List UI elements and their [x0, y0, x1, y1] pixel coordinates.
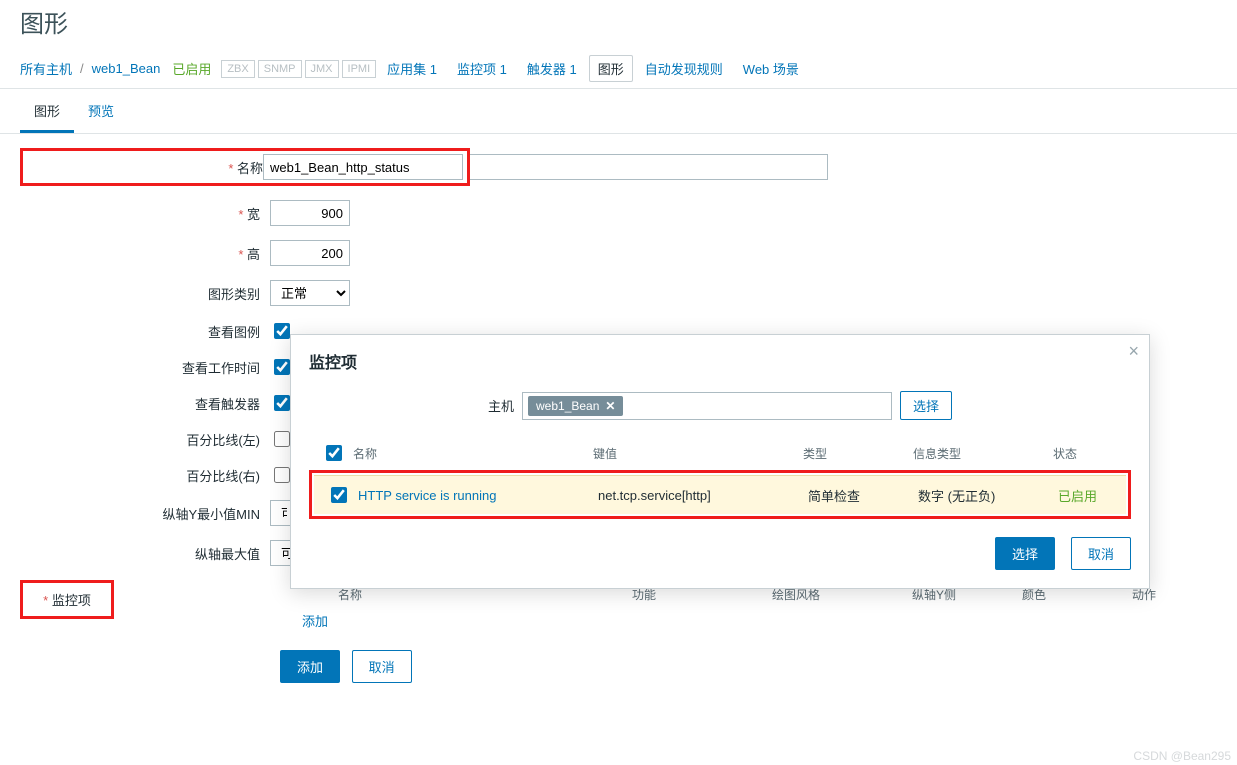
nav-web[interactable]: Web 场景 — [743, 59, 799, 78]
name-input-ext[interactable] — [470, 154, 828, 180]
close-icon[interactable]: × — [1128, 341, 1139, 362]
modal-row-key: net.tcp.service[http] — [598, 488, 808, 503]
modal-select-all-checkbox[interactable] — [326, 445, 342, 461]
host-chip[interactable]: web1_Bean✕ — [528, 396, 623, 416]
page-title: 图形 — [0, 0, 1237, 49]
percent-left-label: 百分比线(左) — [20, 430, 270, 449]
width-input[interactable] — [270, 200, 350, 226]
nav-enabled-badge: 已启用 — [172, 59, 211, 78]
tab-preview[interactable]: 预览 — [74, 93, 128, 133]
modal-title: 监控项 — [309, 349, 1131, 373]
show-worktime-label: 查看工作时间 — [20, 358, 270, 377]
percent-left-checkbox[interactable] — [274, 431, 290, 447]
add-button[interactable]: 添加 — [280, 650, 340, 683]
cancel-button[interactable]: 取消 — [352, 650, 412, 683]
proto-jmx: JMX — [305, 60, 339, 78]
nav-graphs-current: 图形 — [589, 55, 633, 82]
nav-triggers[interactable]: 触发器 1 — [527, 59, 577, 78]
ymin-label: 纵轴Y最小值MIN — [20, 504, 270, 523]
tabs: 图形 预览 — [0, 93, 1237, 134]
modal-row-type: 简单检查 — [808, 486, 918, 505]
modal-col-key: 键值 — [593, 445, 803, 462]
nav-all-hosts[interactable]: 所有主机 — [20, 59, 72, 78]
host-select-button[interactable]: 选择 — [900, 391, 952, 420]
modal-cancel-button[interactable]: 取消 — [1071, 537, 1131, 570]
tab-graph[interactable]: 图形 — [20, 93, 74, 133]
modal-row-info: 数字 (无正负) — [918, 486, 1058, 505]
nav-host[interactable]: web1_Bean — [92, 61, 161, 76]
modal-row-status: 已启用 — [1058, 489, 1097, 504]
modal-row-checkbox[interactable] — [331, 487, 347, 503]
show-triggers-checkbox[interactable] — [274, 395, 290, 411]
host-multiselect[interactable]: web1_Bean✕ — [522, 392, 892, 420]
breadcrumb: 所有主机 / web1_Bean 已启用 ZBX SNMP JMX IPMI 应… — [0, 49, 1237, 89]
show-triggers-label: 查看触发器 — [20, 394, 270, 413]
percent-right-label: 百分比线(右) — [20, 466, 270, 485]
items-modal: × 监控项 主机 web1_Bean✕ 选择 名称 键值 类型 信息类型 状态 — [290, 334, 1150, 589]
nav-apps[interactable]: 应用集 1 — [387, 59, 437, 78]
height-label: 高 — [20, 244, 270, 263]
proto-zbx: ZBX — [221, 60, 254, 78]
host-chip-remove-icon[interactable]: ✕ — [605, 399, 615, 413]
modal-table-header: 名称 键值 类型 信息类型 状态 — [309, 436, 1131, 470]
modal-item-row[interactable]: HTTP service is running net.tcp.service[… — [314, 475, 1126, 514]
nav-items[interactable]: 监控项 1 — [457, 59, 507, 78]
proto-ipmi: IPMI — [342, 60, 377, 78]
percent-right-checkbox[interactable] — [274, 467, 290, 483]
watermark: CSDN @Bean295 — [1133, 749, 1231, 763]
width-label: 宽 — [20, 204, 270, 223]
nav-discovery[interactable]: 自动发现规则 — [645, 59, 723, 78]
modal-select-button[interactable]: 选择 — [995, 537, 1055, 570]
proto-snmp: SNMP — [258, 60, 302, 78]
show-legend-checkbox[interactable] — [274, 323, 290, 339]
modal-col-status: 状态 — [1053, 445, 1113, 462]
show-legend-label: 查看图例 — [20, 322, 270, 341]
modal-col-type: 类型 — [803, 445, 913, 462]
add-item-link[interactable]: 添加 — [302, 611, 328, 630]
modal-col-name: 名称 — [353, 445, 593, 462]
ymax-label: 纵轴最大值 — [20, 544, 270, 563]
graph-type-label: 图形类别 — [20, 284, 270, 303]
graph-type-select[interactable]: 正常 — [270, 280, 350, 306]
modal-host-label: 主机 — [488, 396, 514, 415]
height-input[interactable] — [270, 240, 350, 266]
show-worktime-checkbox[interactable] — [274, 359, 290, 375]
modal-col-info: 信息类型 — [913, 445, 1053, 462]
nav-sep: / — [80, 61, 84, 76]
modal-row-name[interactable]: HTTP service is running — [358, 488, 496, 503]
name-input[interactable] — [263, 154, 463, 180]
name-label: 名称 — [27, 158, 263, 177]
